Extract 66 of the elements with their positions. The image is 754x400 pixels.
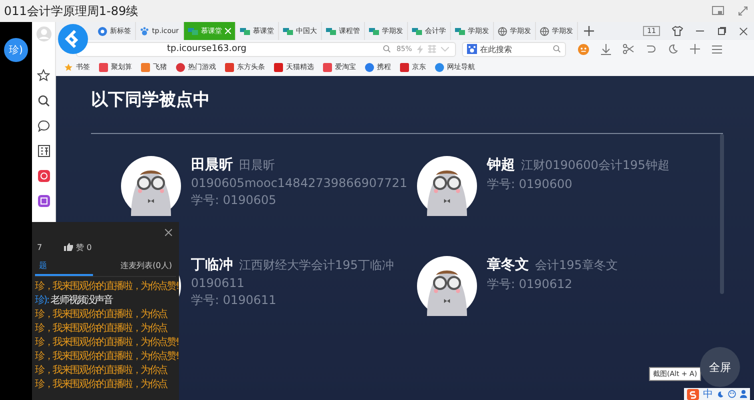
chat-message: 珍，我来围观你的直播啦，为你点赞!: [35, 351, 176, 363]
paw-icon[interactable]: [467, 44, 477, 54]
heading: 以下同学被点中: [91, 89, 211, 112]
circle-icon: [98, 26, 107, 36]
chat-message: 珍): 老师视频没声音: [35, 295, 114, 307]
new-tab-icon[interactable]: [584, 26, 594, 36]
student-number: 学号: 0190605: [191, 192, 278, 209]
student-account: 0190611: [191, 276, 246, 290]
chat-message: 珍，我来围观你的直播啦，为你点: [35, 309, 168, 321]
zoom-icon[interactable]: [383, 45, 392, 53]
student-number: 学号: 0190611: [191, 292, 278, 309]
shirt-icon[interactable]: [672, 26, 683, 36]
chat-tab[interactable]: 连麦列表(0人): [116, 260, 176, 276]
download-icon[interactable]: [601, 44, 611, 54]
chat-message: 珍，我来围观你的直播啦，为你点赞!: [35, 337, 176, 349]
app-icon[interactable]: [38, 195, 50, 207]
chat-tab[interactable]: 题: [35, 260, 93, 276]
expand-icon[interactable]: [738, 6, 748, 16]
star-icon[interactable]: [37, 69, 50, 82]
student-remark: 田晨昕: [239, 157, 275, 174]
app-icon[interactable]: [38, 170, 50, 182]
person-icon[interactable]: [740, 390, 747, 398]
moon-icon[interactable]: [717, 390, 724, 398]
student-number: 学号: 0190600: [487, 176, 574, 193]
globe-icon: [498, 26, 507, 36]
student-name: 章冬文: [487, 256, 529, 274]
thumbs-up-icon[interactable]: [64, 243, 74, 251]
chat-message: 珍，我来围观你的直播啦，为你点: [35, 365, 168, 377]
avatar-icon: [417, 256, 477, 316]
menu-icon[interactable]: [712, 44, 722, 54]
emoji-icon[interactable]: [728, 390, 736, 398]
globe-icon: [540, 26, 549, 36]
search-icon[interactable]: [38, 95, 50, 107]
like-count: 赞 0: [76, 242, 92, 252]
student-name: 钟超: [487, 156, 515, 174]
student-remark: 江西财经大学会计195丁临冲: [239, 257, 394, 274]
viewer-count: 7: [37, 242, 42, 252]
sogou-icon[interactable]: [687, 388, 699, 400]
plus-icon[interactable]: [690, 44, 700, 54]
student-account: 0190605mooc14842739866907721: [191, 176, 408, 190]
close-icon[interactable]: [739, 26, 748, 36]
moon-icon[interactable]: [668, 44, 678, 54]
close-icon[interactable]: [165, 229, 172, 236]
search-field[interactable]: 在此搜索: [462, 42, 566, 56]
avatar-icon: [121, 156, 181, 216]
avatar-icon: [417, 156, 477, 216]
window-icon[interactable]: [712, 6, 724, 16]
restore-icon[interactable]: [717, 26, 727, 36]
translate-icon[interactable]: [38, 145, 50, 157]
ime-indicator[interactable]: 中: [703, 387, 713, 400]
face-icon[interactable]: [578, 44, 589, 54]
scissors-icon[interactable]: [623, 44, 634, 54]
browser-logo-icon[interactable]: [58, 24, 88, 54]
student-number: 学号: 0190612: [487, 276, 574, 293]
chat-message: 珍，我来围观你的直播啦，为你点: [35, 323, 168, 335]
student-name: 田晨昕: [191, 156, 233, 174]
student-remark: 江财0190600会计195钟超: [521, 157, 670, 174]
chat-icon[interactable]: [38, 120, 50, 132]
paw-icon: [140, 26, 149, 36]
chat-message: 珍，我来围观你的直播啦，为你点: [35, 379, 168, 391]
chat-message: 珍，我来围观你的直播啦，为你点赞!: [35, 281, 176, 293]
window-title: 011会计学原理周1-89续: [4, 2, 138, 20]
student-name: 丁临冲: [191, 256, 233, 274]
undo-icon[interactable]: [646, 44, 656, 54]
student-remark: 会计195章冬文: [535, 257, 618, 274]
search-input[interactable]: 在此搜索: [480, 44, 550, 54]
